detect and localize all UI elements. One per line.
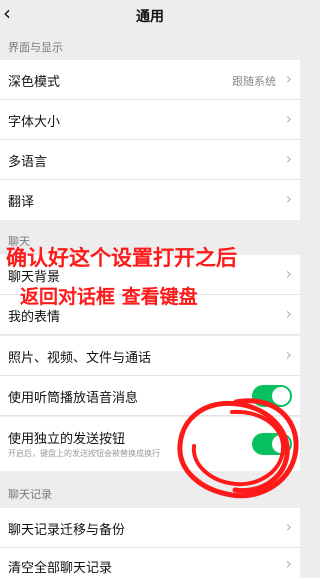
chevron-right-icon: › bbox=[285, 189, 292, 208]
navigation-bar: ‹ 通用 bbox=[0, 0, 300, 27]
chevron-right-icon: › bbox=[285, 69, 292, 88]
earpiece-toggle[interactable] bbox=[252, 385, 292, 407]
font-size-label: 字体大小 bbox=[8, 115, 61, 130]
section-header-display: 界面与显示 bbox=[8, 41, 63, 54]
annotation-line-2: 返回对话框 查看键盘 bbox=[20, 286, 198, 308]
chevron-right-icon: › bbox=[285, 517, 292, 536]
annotation-line-1: 确认好这个设置打开之后 bbox=[6, 246, 237, 270]
font-size-row[interactable]: 字体大小 › bbox=[0, 100, 300, 140]
media-files-row[interactable]: 照片、视频、文件与通话 › bbox=[0, 336, 300, 376]
chevron-right-icon: › bbox=[285, 149, 292, 168]
send-button-description: 开启后，键盘上的发送按钮会被替换成换行 bbox=[8, 449, 160, 458]
migrate-row[interactable]: 聊天记录迁移与备份 › bbox=[0, 508, 300, 548]
chevron-right-icon: › bbox=[285, 554, 292, 573]
earpiece-label: 使用听筒播放语音消息 bbox=[8, 391, 139, 406]
toggle-knob bbox=[272, 387, 290, 405]
send-button-row: 使用独立的发送按钮 开启后，键盘上的发送按钮会被替换成换行 bbox=[0, 417, 300, 471]
page-title: 通用 bbox=[136, 9, 164, 25]
language-row[interactable]: 多语言 › bbox=[0, 140, 300, 180]
dark-mode-value: 跟随系统 bbox=[232, 75, 276, 88]
translate-row[interactable]: 翻译 › bbox=[0, 180, 300, 220]
chevron-right-icon: › bbox=[285, 109, 292, 128]
toggle-knob bbox=[272, 435, 290, 453]
earpiece-row: 使用听筒播放语音消息 bbox=[0, 376, 300, 416]
clear-all-row[interactable]: 清空全部聊天记录 › bbox=[0, 548, 300, 578]
migrate-label: 聊天记录迁移与备份 bbox=[8, 523, 126, 538]
language-label: 多语言 bbox=[8, 155, 48, 170]
media-files-label: 照片、视频、文件与通话 bbox=[8, 351, 152, 366]
section-header-history: 聊天记录 bbox=[8, 488, 52, 501]
clear-all-label: 清空全部聊天记录 bbox=[8, 561, 113, 576]
dark-mode-label: 深色模式 bbox=[8, 75, 61, 90]
chevron-right-icon: › bbox=[285, 304, 292, 323]
send-button-toggle[interactable] bbox=[252, 433, 292, 455]
send-button-label: 使用独立的发送按钮 bbox=[8, 432, 126, 447]
translate-label: 翻译 bbox=[8, 195, 35, 210]
chevron-right-icon: › bbox=[285, 345, 292, 364]
chevron-right-icon: › bbox=[285, 264, 292, 283]
dark-mode-row[interactable]: 深色模式 跟随系统 › bbox=[0, 60, 300, 100]
